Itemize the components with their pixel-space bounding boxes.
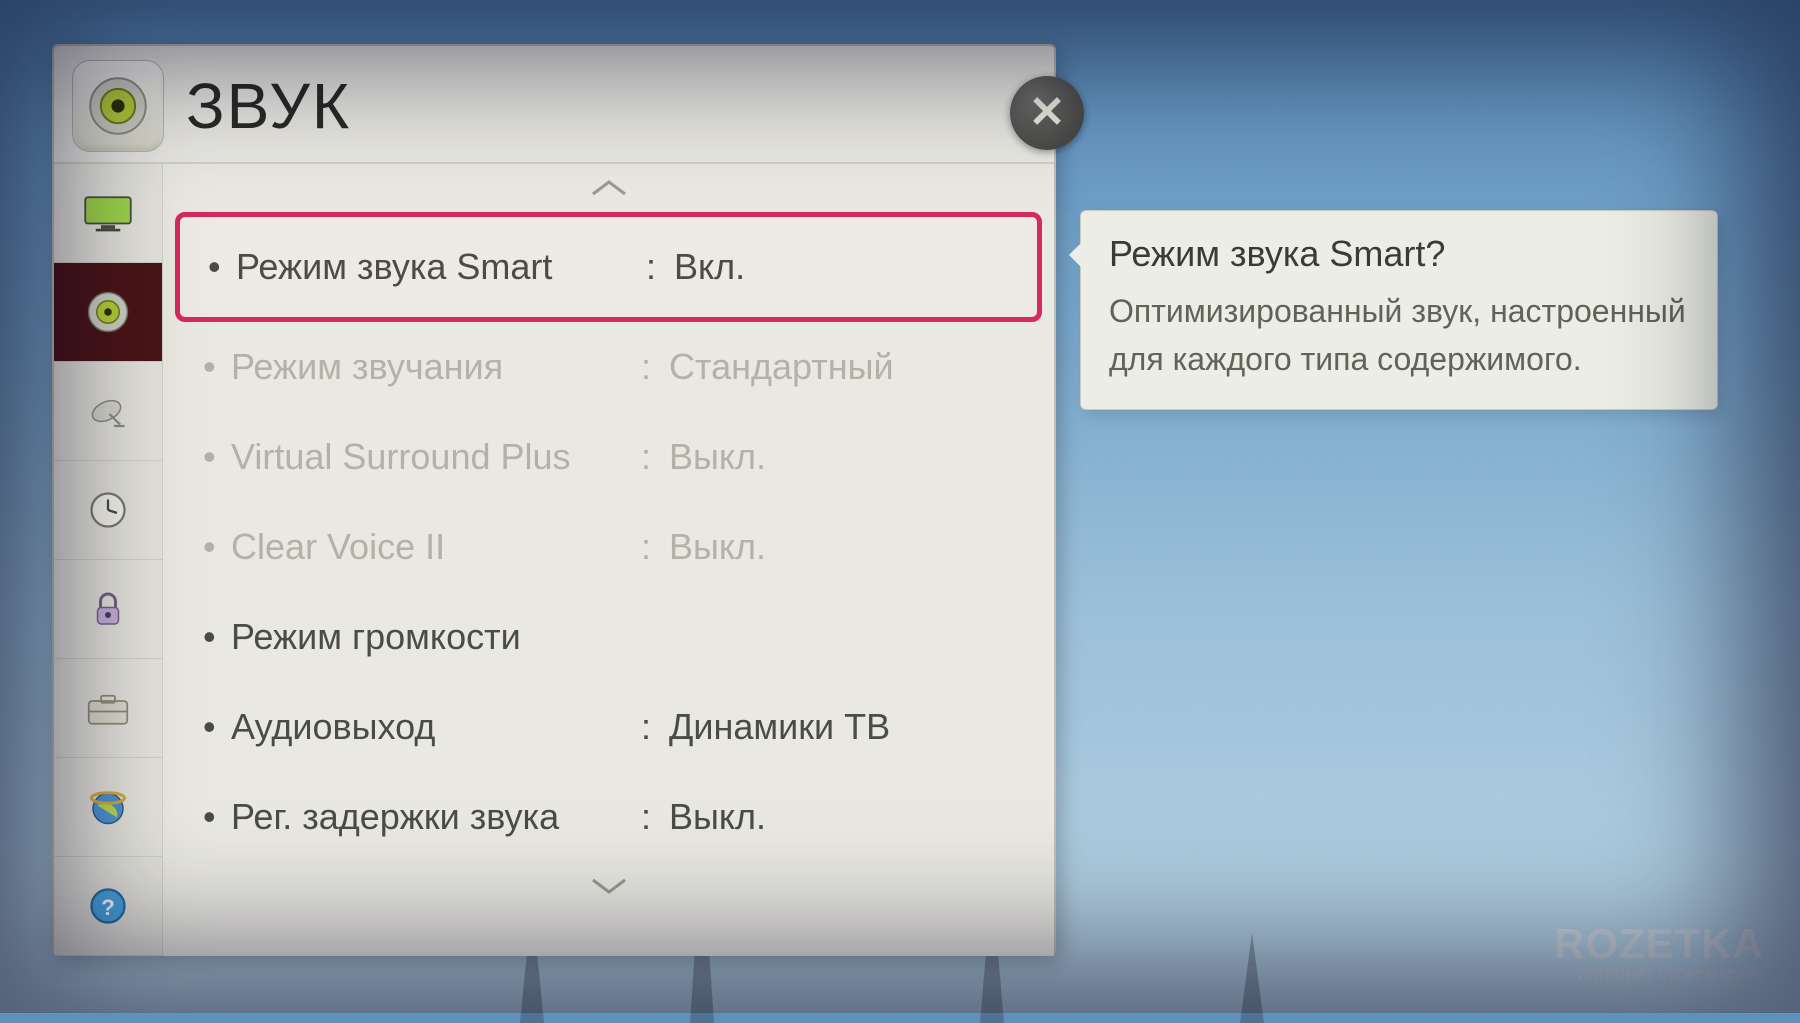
watermark-brand: ROZETKA	[1554, 920, 1764, 968]
item-colon: :	[641, 706, 669, 748]
sidebar-item-support[interactable]: ?	[54, 857, 162, 956]
scroll-down-button[interactable]	[163, 862, 1054, 910]
briefcase-icon	[80, 684, 136, 732]
lock-icon	[80, 585, 136, 633]
tooltip-body: Оптимизированный звук, настроенный для к…	[1109, 287, 1689, 383]
close-icon: ✕	[1029, 91, 1066, 135]
bullet-icon: •	[203, 349, 231, 385]
clock-icon	[80, 486, 136, 534]
sidebar-item-option[interactable]	[54, 659, 162, 758]
sound-icon	[72, 60, 164, 152]
help-tooltip: Режим звука Smart? Оптимизированный звук…	[1080, 210, 1718, 410]
bullet-icon: •	[203, 799, 231, 835]
item-label: Рег. задержки звука	[231, 796, 641, 838]
item-value: Стандартный	[669, 346, 1028, 388]
help-icon: ?	[80, 882, 136, 930]
scroll-up-button[interactable]	[163, 164, 1054, 212]
item-colon: :	[641, 526, 669, 568]
bg-tower	[1240, 933, 1264, 1023]
globe-icon	[80, 783, 136, 831]
bullet-icon: •	[203, 619, 231, 655]
sidebar-item-time[interactable]	[54, 461, 162, 560]
item-label: Режим звука Smart	[236, 246, 646, 288]
item-label: Режим громкости	[231, 616, 641, 658]
tooltip-title: Режим звука Smart?	[1109, 233, 1689, 275]
item-value: Выкл.	[669, 526, 1028, 568]
sidebar-item-network[interactable]	[54, 758, 162, 857]
item-value: Выкл.	[669, 436, 1028, 478]
item-clear-voice: • Clear Voice II : Выкл.	[163, 502, 1054, 592]
item-colon: :	[641, 796, 669, 838]
item-label: Clear Voice II	[231, 526, 641, 568]
item-volume-mode[interactable]: • Режим громкости	[163, 592, 1054, 682]
item-value: Выкл.	[669, 796, 1028, 838]
bullet-icon: •	[203, 529, 231, 565]
dialog-header: ЗВУК	[54, 46, 1054, 162]
sound-settings-dialog: ✕ ЗВУК	[52, 44, 1056, 956]
dialog-body: ? • Режим звука Smart : Вкл. • Режим зву…	[54, 162, 1054, 956]
item-audio-output[interactable]: • Аудиовыход : Динамики ТВ	[163, 682, 1054, 772]
bullet-icon: •	[203, 439, 231, 475]
item-colon: :	[646, 246, 674, 288]
settings-list: • Режим звука Smart : Вкл. • Режим звуча…	[163, 164, 1054, 956]
dialog-title: ЗВУК	[186, 69, 351, 143]
satellite-icon	[80, 387, 136, 435]
sidebar-item-lock[interactable]	[54, 560, 162, 659]
speaker-icon	[80, 288, 136, 336]
item-colon: :	[641, 346, 669, 388]
item-value: Динамики ТВ	[669, 706, 1028, 748]
bullet-icon: •	[203, 709, 231, 745]
category-sidebar: ?	[54, 164, 163, 956]
watermark-tagline: интернет супермаркет	[1554, 964, 1764, 985]
watermark: ROZETKA интернет супермаркет	[1554, 920, 1764, 985]
sidebar-item-channel[interactable]	[54, 362, 162, 461]
item-colon: :	[641, 436, 669, 478]
item-value: Вкл.	[674, 246, 1011, 288]
item-virtual-surround: • Virtual Surround Plus : Выкл.	[163, 412, 1054, 502]
close-button[interactable]: ✕	[1010, 76, 1084, 150]
sidebar-item-picture[interactable]	[54, 164, 162, 263]
item-label: Режим звучания	[231, 346, 641, 388]
svg-text:?: ?	[101, 895, 115, 920]
sidebar-item-sound[interactable]	[54, 263, 162, 362]
item-label: Аудиовыход	[231, 706, 641, 748]
bullet-icon: •	[208, 249, 236, 285]
chevron-up-icon	[589, 178, 629, 198]
item-smart-sound-mode[interactable]: • Режим звука Smart : Вкл.	[175, 212, 1042, 322]
monitor-icon	[80, 189, 136, 237]
item-av-sync[interactable]: • Рег. задержки звука : Выкл.	[163, 772, 1054, 862]
chevron-down-icon	[589, 876, 629, 896]
item-sound-mode: • Режим звучания : Стандартный	[163, 322, 1054, 412]
item-label: Virtual Surround Plus	[231, 436, 641, 478]
